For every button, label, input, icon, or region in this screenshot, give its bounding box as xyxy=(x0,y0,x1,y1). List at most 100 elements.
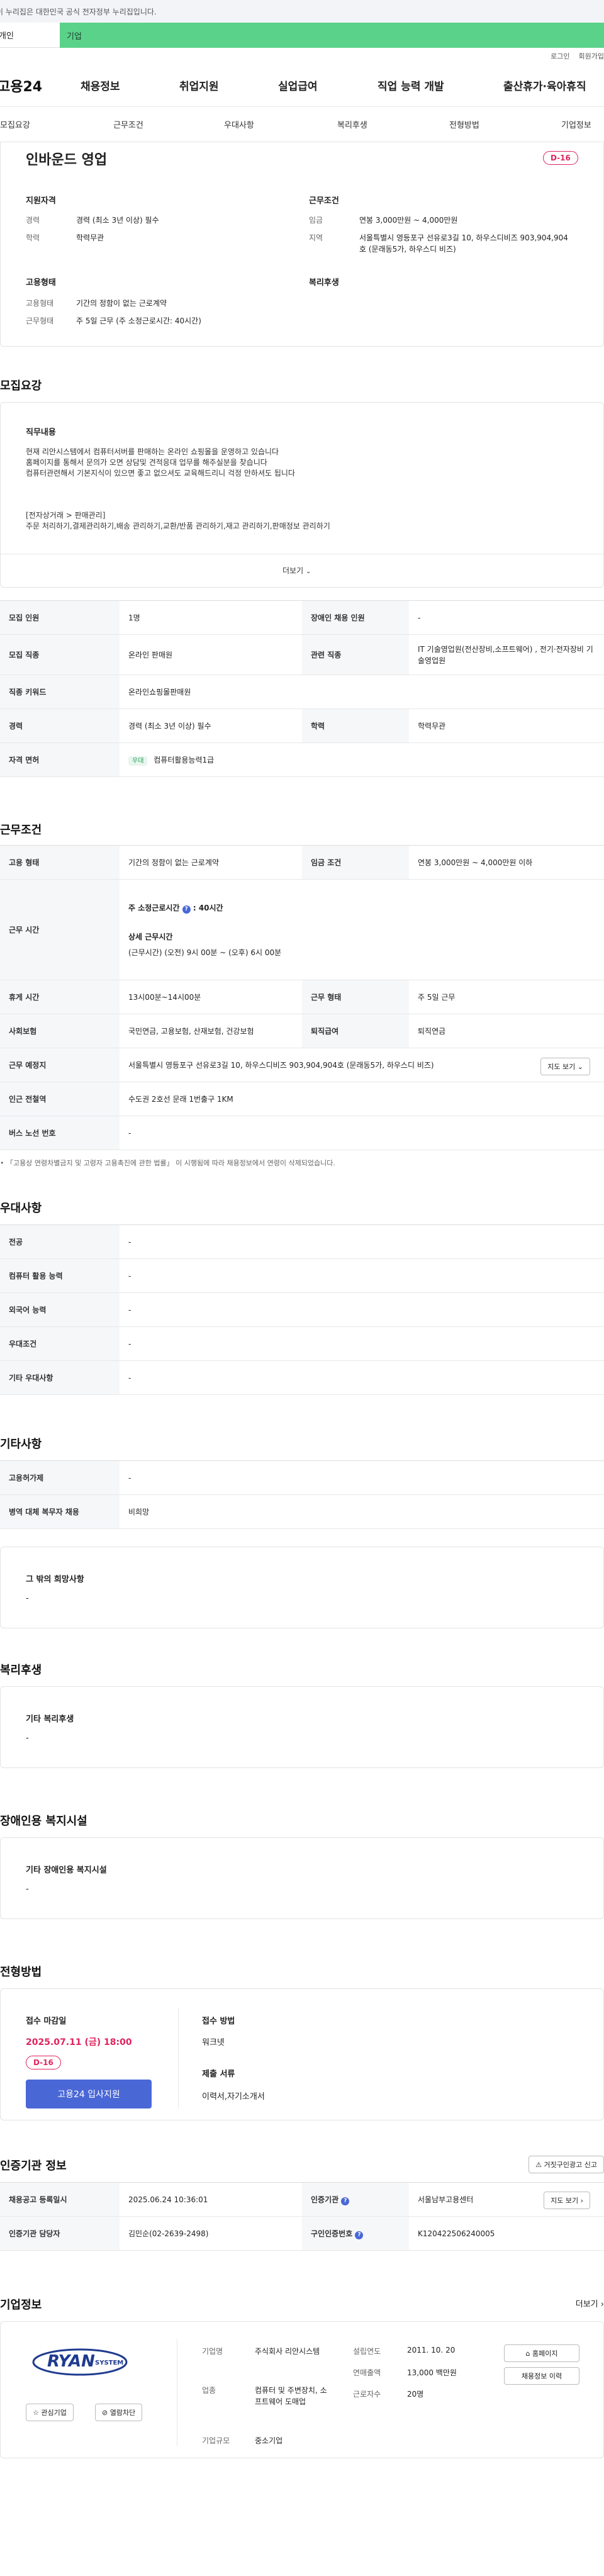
table-row: 경력 경력 (최소 3년 이상) 필수 학력 학력무관 xyxy=(0,708,604,743)
apply-button[interactable]: 고용24 입사지원 xyxy=(26,2080,152,2108)
gnb-item-jobs[interactable]: 채용정보 xyxy=(81,77,120,93)
etc-title: 기타사항 xyxy=(0,1438,42,1451)
agency-table: 채용공고 등록일시 2025.06.24 10:36:01 인증기관 ? 서울남… xyxy=(0,2182,604,2251)
company-header: 기업정보 더보기 › xyxy=(0,2251,604,2321)
chevron-down-icon: ⌄ xyxy=(577,1063,583,1071)
table-row: 외국어 능력 - xyxy=(0,1292,604,1327)
hope-value: - xyxy=(26,1594,29,1603)
job-summary-card: 인바운드 영업 D-16 지원자격 경력 경력 (최소 3년 이상) 필수 학력… xyxy=(0,142,604,347)
tab-company[interactable]: 기업 xyxy=(60,23,604,48)
top-tabs: 개인 기업 xyxy=(0,23,604,48)
job-desc-heading: 직무내용 xyxy=(26,428,56,437)
subnav-company[interactable]: 기업정보 xyxy=(561,118,591,130)
etc-hope-card: 그 밖의 희망사항 - xyxy=(0,1547,604,1628)
home-icon: ⌂ xyxy=(525,2349,530,2358)
table-row: 인근 전철역 수도권 2호선 문래 1번출구 1KM xyxy=(0,1082,604,1116)
work-table: 고용 형태 기간의 정함이 없는 근로계약 임금 조건 연봉 3,000만원 ~… xyxy=(0,845,604,1150)
dday-badge: D-16 xyxy=(543,151,578,165)
table-row: 고용 형태 기간의 정함이 없는 근로계약 임금 조건 연봉 3,000만원 ~… xyxy=(0,845,604,880)
table-row: 근무 시간 주 소정근로시간 ? : 40시간 상세 근무시간 (근무시간) (… xyxy=(0,879,604,980)
company-title: 기업정보 xyxy=(0,2299,42,2312)
info-icon[interactable]: ? xyxy=(182,905,191,914)
age-note: • 「고용상 연령차별금지 및 고령자 고용촉진에 관한 법률」 이 시행됨에 … xyxy=(0,1159,335,1167)
table-row: 기타 우대사항 - xyxy=(0,1360,604,1395)
star-icon: ☆ xyxy=(33,2409,39,2417)
subnav-pref[interactable]: 우대사항 xyxy=(224,118,254,130)
work-header: 근무조건 xyxy=(0,777,604,845)
gov-banner: 이 누리집은 대한민국 공식 전자정부 누리집입니다. xyxy=(0,0,604,23)
chevron-right-icon: › xyxy=(600,2300,604,2309)
company-more-link[interactable]: 더보기 › xyxy=(576,2297,604,2309)
warning-icon: ⚠ xyxy=(535,2161,542,2169)
emp-heading: 고용형태 xyxy=(26,278,56,288)
map-button[interactable]: 지도 보기 ⌄ xyxy=(540,1058,590,1075)
chevron-right-icon: › xyxy=(580,2197,583,2205)
deadline: 2025.07.11 (금) 18:00 xyxy=(26,2037,132,2047)
block-company-button[interactable]: ⊘ 열람차단 xyxy=(95,2404,143,2421)
table-row: 자격 면허 우대 컴퓨터활용능력1급 xyxy=(0,742,604,777)
welfare-header: 복리후생 xyxy=(0,1628,604,1686)
gnb-item-training[interactable]: 직업 능력 개발 xyxy=(378,77,444,93)
recruit-table: 모집 인원 1명 장애인 채용 인원 - 모집 직종 온라인 판매원 관련 직종… xyxy=(0,600,604,777)
table-row: 휴게 시간 13시00분~14시00분 근무 형태 주 5일 근무 xyxy=(0,980,604,1014)
gnb-item-support[interactable]: 취업지원 xyxy=(179,77,219,93)
qual-heading: 지원자격 xyxy=(26,196,56,206)
job-history-button[interactable]: 채용정보 이력 xyxy=(504,2367,579,2385)
table-row: 인증기관 담당자 김민순(02-2639-2498) 구인인증번호 ? K120… xyxy=(0,2216,604,2251)
subnav-process[interactable]: 전형방법 xyxy=(449,118,479,130)
process-header: 전형방법 xyxy=(0,1919,604,1988)
process-title: 전형방법 xyxy=(0,1966,42,1979)
agency-header: 인증기관 정보 ⚠ 거짓구인광고 신고 xyxy=(0,2120,604,2182)
gnb-item-leave[interactable]: 출산휴가·육아휴직 xyxy=(503,77,586,93)
pref-header: 우대사항 xyxy=(0,1168,604,1224)
table-row: 버스 노선 번호 - xyxy=(0,1116,604,1150)
more-button[interactable]: 더보기 ⌄ xyxy=(282,565,311,576)
table-row: 채용공고 등록일시 2025.06.24 10:36:01 인증기관 ? 서울남… xyxy=(0,2182,604,2217)
pref-title: 우대사항 xyxy=(0,1202,42,1215)
table-row: 근무 예정지 서울특별시 영등포구 선유로3길 10, 하우스디비즈 903,9… xyxy=(0,1048,604,1082)
login-link[interactable]: 로그인 xyxy=(551,51,569,61)
chevron-down-icon: ⌄ xyxy=(305,568,311,575)
table-row: 컴퓨터 활용 능력 - xyxy=(0,1258,604,1293)
table-row: 우대조건 - xyxy=(0,1326,604,1361)
disabled-card: 기타 장애인용 복지시설 - xyxy=(0,1837,604,1919)
cond-heading: 근무조건 xyxy=(309,196,339,206)
pref-table: 전공 - 컴퓨터 활용 능력 - 외국어 능력 - 우대조건 - 기타 우대사항 - xyxy=(0,1224,604,1395)
util-links: 로그인 회원가입 xyxy=(0,48,604,64)
global-nav: 고용24 채용정보 취업지원 실업급여 직업 능력 개발 출산휴가·육아휴직 xyxy=(0,64,604,107)
subnav-welfare[interactable]: 복리후생 xyxy=(337,118,367,130)
gov-banner-text: 이 누리집은 대한민국 공식 전자정부 누리집입니다. xyxy=(0,7,157,16)
company-logo: RYAN SYSTEM xyxy=(30,2343,130,2381)
table-row: 모집 인원 1명 장애인 채용 인원 - xyxy=(0,600,604,635)
info-icon[interactable]: ? xyxy=(341,2197,350,2205)
job-desc-text: 현재 리안시스템에서 컴퓨터서버를 판매하는 온라인 쇼핑몰을 운영하고 있습니… xyxy=(26,447,330,530)
table-row: 모집 직종 온라인 판매원 관련 직종 IT 기술영업원(전산장비,소프트웨어)… xyxy=(0,634,604,675)
site-logo[interactable]: 고용24 xyxy=(0,76,53,96)
welfare-card: 기타 복리후생 - xyxy=(0,1686,604,1768)
recruit-header: 모집요강 xyxy=(0,347,604,402)
agency-map-button[interactable]: 지도 보기 › xyxy=(544,2192,590,2209)
process-dday: D-16 xyxy=(26,2056,61,2069)
company-card: RYAN SYSTEM ☆ 관심기업 ⊘ 열람차단 기업명 주식회사 리안시스템… xyxy=(0,2321,604,2458)
gnb-item-unemployment[interactable]: 실업급여 xyxy=(278,77,318,93)
etc-header: 기타사항 xyxy=(0,1395,604,1460)
section-subnav: 모집요강 근무조건 우대사항 복리후생 전형방법 기업정보 xyxy=(0,107,604,142)
subnav-work[interactable]: 근무조건 xyxy=(113,118,143,130)
info-icon[interactable]: ? xyxy=(355,2231,364,2239)
agency-title: 인증기관 정보 xyxy=(0,2159,67,2173)
recruit-title: 모집요강 xyxy=(0,379,42,393)
signup-link[interactable]: 회원가입 xyxy=(579,51,604,61)
hope-heading: 그 밖의 희망사항 xyxy=(26,1575,84,1584)
table-row: 사회보험 국민연금, 고용보험, 산재보험, 건강보험 퇴직급여 퇴직연금 xyxy=(0,1014,604,1048)
job-title: 인바운드 영업 xyxy=(26,152,108,168)
etc-table: 고용허가제 - 병역 대체 복무자 채용 비희망 xyxy=(0,1460,604,1529)
process-card: 접수 마감일 2025.07.11 (금) 18:00 D-16 고용24 입사… xyxy=(0,1988,604,2120)
work-title: 근무조건 xyxy=(0,824,42,837)
table-row: 고용허가제 - xyxy=(0,1460,604,1495)
fav-company-button[interactable]: ☆ 관심기업 xyxy=(26,2404,74,2421)
tab-personal[interactable]: 개인 xyxy=(0,23,60,48)
report-button[interactable]: ⚠ 거짓구인광고 신고 xyxy=(528,2156,604,2173)
job-desc-card: 직무내용 현재 리안시스템에서 컴퓨터서버를 판매하는 온라인 쇼핑몰을 운영하… xyxy=(0,402,604,588)
subnav-recruit[interactable]: 모집요강 xyxy=(0,118,30,130)
homepage-button[interactable]: ⌂ 홈페이지 xyxy=(504,2344,579,2362)
